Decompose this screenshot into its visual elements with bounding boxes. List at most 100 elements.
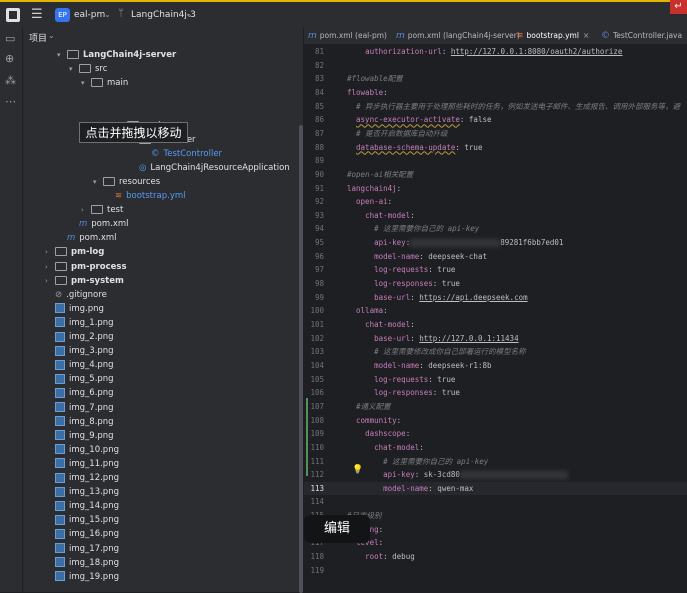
branch-icon[interactable]: ᛘ bbox=[118, 8, 124, 19]
tree-item[interactable]: img_3.png bbox=[45, 344, 114, 358]
code-line[interactable]: 92 open-ai: bbox=[304, 195, 687, 209]
chevron-down-icon[interactable]: ⌄ bbox=[104, 10, 111, 19]
code-line[interactable]: 91 langchain4j: bbox=[304, 182, 687, 196]
code-line[interactable]: 84 flowable: bbox=[304, 86, 687, 100]
tree-item[interactable]: img_9.png bbox=[45, 429, 114, 443]
code-line[interactable]: 86 async-executor-activate: false bbox=[304, 113, 687, 127]
chevron-down-icon[interactable]: ⌄ bbox=[186, 10, 193, 19]
project-scrollbar[interactable] bbox=[299, 125, 303, 593]
code-line[interactable]: 113 model-name: qwen-max bbox=[304, 481, 687, 496]
tree-item[interactable]: m pom.xml bbox=[69, 217, 129, 231]
code-line[interactable]: 98 log-responses: true bbox=[304, 277, 687, 291]
tree-item[interactable]: ▾ LangChain4j-server bbox=[57, 48, 176, 62]
tree-item[interactable]: ▾ main bbox=[81, 76, 128, 90]
code-line[interactable]: 103 # 这里需要修改成你自己部署运行的模型名称 bbox=[304, 345, 687, 359]
tree-item[interactable]: img_15.png bbox=[45, 513, 119, 527]
project-panel-title[interactable]: 项目 bbox=[29, 31, 47, 44]
tree-item[interactable]: ▾ src bbox=[69, 62, 107, 76]
code-line[interactable]: 109 dashscope: bbox=[304, 427, 687, 441]
code-line[interactable]: 118 root: debug bbox=[304, 550, 687, 564]
tree-item[interactable]: ≋ bootstrap.yml bbox=[105, 189, 186, 203]
code-line[interactable]: 93 chat-model: bbox=[304, 209, 687, 223]
code-line[interactable]: 105 log-requests: true bbox=[304, 373, 687, 387]
tree-item[interactable]: m pom.xml bbox=[57, 231, 117, 245]
tree-item[interactable]: ◎ LangChain4jResourceApplication bbox=[129, 161, 290, 175]
code-line[interactable]: 89 bbox=[304, 154, 687, 168]
tree-item[interactable]: img.png bbox=[45, 302, 104, 316]
code-line[interactable]: 108 community: bbox=[304, 414, 687, 428]
ide-logo-icon[interactable] bbox=[6, 8, 20, 22]
tree-item[interactable]: img_2.png bbox=[45, 330, 114, 344]
tree-item[interactable]: › pm-log bbox=[45, 245, 104, 259]
tree-item[interactable]: › test bbox=[81, 203, 123, 217]
editor-tab[interactable]: © TestController.java bbox=[601, 28, 682, 44]
tree-item[interactable]: img_7.png bbox=[45, 401, 114, 415]
expand-arrow-icon[interactable]: ▾ bbox=[57, 48, 67, 62]
code-editor[interactable]: 81 authorization-url: http://127.0.0.1:8… bbox=[304, 44, 687, 592]
code-line[interactable]: 107 #通义配置 bbox=[304, 400, 687, 414]
expand-arrow-icon[interactable]: ▾ bbox=[69, 62, 79, 76]
tree-item[interactable]: img_4.png bbox=[45, 358, 114, 372]
more-icon[interactable]: ⋯ bbox=[5, 95, 16, 108]
editor-tab[interactable]: m pom.xml (langChain4j-server) bbox=[396, 28, 520, 44]
code-line[interactable]: 114 bbox=[304, 495, 687, 509]
code-line[interactable]: 95 api-key: 89281f6bb7ed01 bbox=[304, 236, 687, 250]
tree-item[interactable]: img_11.png bbox=[45, 457, 119, 471]
tree-item[interactable]: › pm-system bbox=[45, 274, 124, 288]
tree-item[interactable]: img_13.png bbox=[45, 485, 119, 499]
tree-item[interactable]: img_10.png bbox=[45, 443, 119, 457]
project-folder-icon[interactable]: ▭ bbox=[5, 32, 15, 45]
tree-item[interactable]: img_5.png bbox=[45, 372, 114, 386]
code-line[interactable]: 110 chat-model: bbox=[304, 441, 687, 455]
code-line[interactable]: 87 # 是否开启数据库自动升级 bbox=[304, 127, 687, 141]
code-line[interactable]: 90 #open-ai相关配置 bbox=[304, 168, 687, 182]
tree-item[interactable]: img_8.png bbox=[45, 415, 114, 429]
tree-item[interactable] bbox=[105, 104, 115, 118]
code-line[interactable]: 104 model-name: deepseek-r1:8b bbox=[304, 359, 687, 373]
lightbulb-icon[interactable]: 💡 bbox=[352, 465, 363, 475]
tree-item[interactable]: img_6.png bbox=[45, 386, 114, 400]
chevron-down-icon[interactable]: ⌄ bbox=[48, 31, 55, 40]
code-line[interactable]: 83 #flowable配置 bbox=[304, 72, 687, 86]
code-line[interactable]: 99 base-url: https://api.deepseek.com bbox=[304, 291, 687, 305]
code-line[interactable]: 96 model-name: deepseek-chat bbox=[304, 250, 687, 264]
code-line[interactable]: 88 database-schema-update: true bbox=[304, 141, 687, 155]
hamburger-icon[interactable]: ☰ bbox=[31, 7, 43, 22]
expand-arrow-icon[interactable]: › bbox=[81, 203, 91, 217]
code-line[interactable]: 85 # 异步执行器主要用于处理那些耗时的任务，例如发送电子邮件、生成报告、调用… bbox=[304, 100, 687, 114]
code-line[interactable]: 94 # 这里需要你自己的 api-key bbox=[304, 222, 687, 236]
tree-item[interactable]: ⊘ .gitignore bbox=[45, 288, 107, 302]
tree-item[interactable]: img_14.png bbox=[45, 499, 119, 513]
expand-arrow-icon[interactable]: ▾ bbox=[93, 175, 103, 189]
structure-icon[interactable]: ⁂ bbox=[5, 74, 16, 87]
tree-item[interactable] bbox=[93, 90, 103, 104]
tree-item[interactable]: img_16.png bbox=[45, 527, 119, 541]
code-line[interactable]: 106 log-responses: true bbox=[304, 386, 687, 400]
editor-tab[interactable]: m pom.xml (eal-pm) bbox=[308, 28, 387, 44]
project-badge[interactable]: EP bbox=[55, 8, 70, 22]
code-line[interactable]: 81 authorization-url: http://127.0.0.1:8… bbox=[304, 45, 687, 59]
code-line[interactable]: 82 bbox=[304, 59, 687, 73]
expand-arrow-icon[interactable]: › bbox=[45, 245, 55, 259]
expand-arrow-icon[interactable]: ▾ bbox=[81, 76, 91, 90]
back-icon[interactable]: ↵ bbox=[670, 0, 687, 14]
project-name[interactable]: eal-pm bbox=[74, 10, 105, 20]
expand-arrow-icon[interactable]: › bbox=[45, 274, 55, 288]
tree-item[interactable]: ▾ resources bbox=[93, 175, 160, 189]
code-line[interactable]: 119 bbox=[304, 564, 687, 578]
code-line[interactable]: 100 ollama: bbox=[304, 304, 687, 318]
tree-item[interactable]: img_1.png bbox=[45, 316, 114, 330]
tree-item[interactable]: img_19.png bbox=[45, 570, 119, 584]
close-icon[interactable]: × bbox=[583, 31, 589, 40]
code-line[interactable]: 101 chat-model: bbox=[304, 318, 687, 332]
tree-item[interactable]: img_17.png bbox=[45, 542, 119, 556]
commit-icon[interactable]: ⊕ bbox=[5, 52, 14, 65]
tree-item[interactable]: img_18.png bbox=[45, 556, 119, 570]
expand-arrow-icon[interactable]: › bbox=[45, 260, 55, 274]
code-line[interactable]: 97 log-requests: true bbox=[304, 263, 687, 277]
tree-item[interactable]: © TestController bbox=[141, 147, 222, 161]
tree-item[interactable]: img_12.png bbox=[45, 471, 119, 485]
tree-item[interactable]: › pm-process bbox=[45, 260, 127, 274]
code-line[interactable]: 102 base-url: http://127.0.0.1:11434 bbox=[304, 332, 687, 346]
